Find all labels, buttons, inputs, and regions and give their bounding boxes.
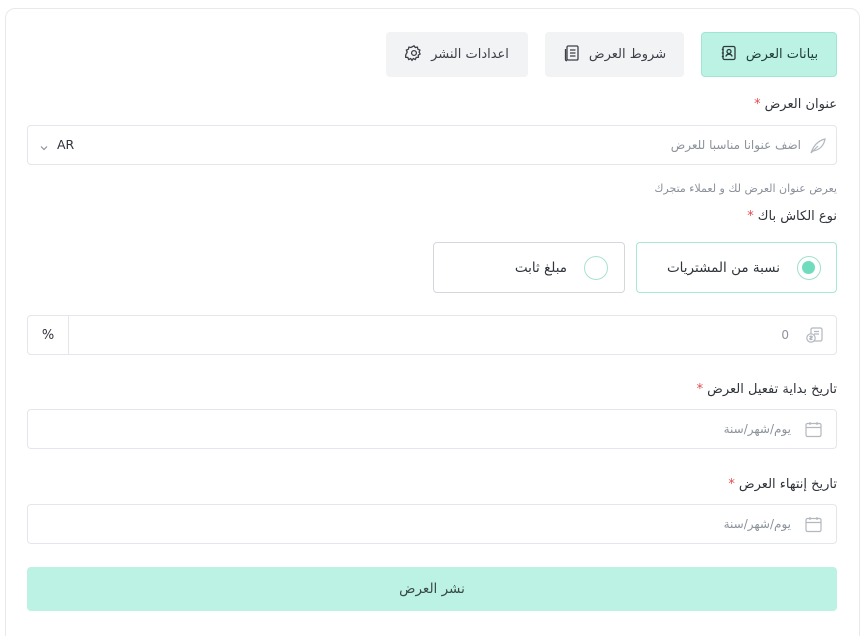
start-date-placeholder: يوم/شهر/سنة: [723, 422, 791, 436]
publish-offer-button[interactable]: نشر العرض: [27, 567, 837, 611]
end-date-label-text: تاريخ إنتهاء العرض: [738, 477, 837, 492]
contact-card-icon: [720, 44, 738, 66]
start-date-input[interactable]: يوم/شهر/سنة: [27, 409, 837, 449]
tab-offer-terms-label: شروط العرض: [588, 47, 667, 62]
end-date-label: تاريخ إنتهاء العرض*: [728, 477, 837, 492]
required-mark: *: [747, 209, 754, 224]
document-list-icon: [563, 44, 581, 66]
start-date-label-text: تاريخ بداية تفعيل العرض: [707, 382, 837, 397]
chevron-down-icon[interactable]: [39, 138, 49, 157]
offer-title-placeholder: اضف عنوانا مناسبا للعرض: [670, 138, 801, 152]
offer-title-input[interactable]: اضف عنوانا مناسبا للعرض AR: [27, 125, 837, 165]
end-date-placeholder: يوم/شهر/سنة: [723, 517, 791, 531]
radio-option-percentage-label: نسبة من المشتريات: [666, 260, 780, 276]
radio-option-fixed-amount[interactable]: مبلغ ثابت: [433, 242, 625, 293]
offer-title-label-text: عنوان العرض: [764, 97, 837, 112]
required-mark: *: [754, 97, 761, 112]
money-icon: [804, 325, 824, 349]
end-date-input[interactable]: يوم/شهر/سنة: [27, 504, 837, 544]
feather-icon: [808, 136, 828, 160]
cashback-type-label: نوع الكاش باك*: [747, 209, 837, 224]
tab-offer-data-label: بيانات العرض: [745, 47, 819, 62]
radio-button-selected[interactable]: [797, 256, 821, 280]
tab-offer-data[interactable]: بيانات العرض: [701, 32, 837, 77]
offer-title-hint: يعرض عنوان العرض لك و لعملاء متجرك: [654, 182, 837, 195]
tab-offer-terms[interactable]: شروط العرض: [545, 32, 684, 77]
radio-option-fixed-amount-label: مبلغ ثابت: [514, 260, 567, 276]
radio-button-unselected[interactable]: [584, 256, 608, 280]
tab-publish-settings[interactable]: اعدادات النشر: [386, 32, 528, 77]
cashback-type-label-text: نوع الكاش باك: [757, 209, 837, 224]
gear-icon: [405, 44, 423, 66]
offer-title-label: عنوان العرض*: [754, 97, 837, 112]
start-date-label: تاريخ بداية تفعيل العرض*: [697, 382, 837, 397]
cashback-amount-input[interactable]: 0 %: [27, 315, 837, 355]
required-mark: *: [696, 382, 704, 397]
calendar-icon[interactable]: [804, 420, 823, 443]
language-select-value[interactable]: AR: [57, 137, 74, 152]
radio-option-percentage[interactable]: نسبة من المشتريات: [636, 242, 837, 293]
required-mark: *: [728, 477, 735, 492]
percent-unit-addon: %: [28, 316, 69, 354]
calendar-icon[interactable]: [804, 515, 823, 538]
cashback-amount-placeholder: 0: [781, 328, 789, 342]
tab-publish-settings-label: اعدادات النشر: [431, 47, 509, 62]
